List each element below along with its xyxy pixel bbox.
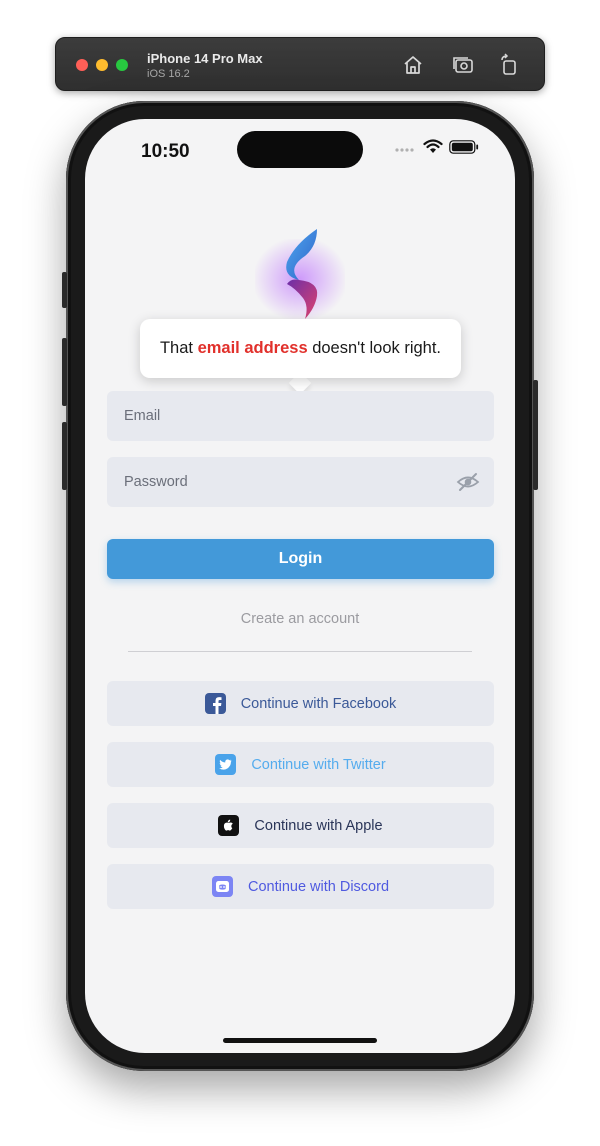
os-version: iOS 16.2: [147, 68, 190, 80]
screenshot-icon[interactable]: [450, 52, 476, 78]
discord-label: Continue with Discord: [247, 878, 390, 895]
email-field[interactable]: [107, 391, 494, 441]
password-field[interactable]: [107, 457, 494, 507]
apple-button[interactable]: Continue with Apple: [107, 803, 494, 848]
status-time: 10:50: [141, 141, 190, 162]
login-button[interactable]: Login: [107, 539, 494, 579]
rotate-icon[interactable]: [496, 52, 522, 78]
minimize-window-button[interactable]: [96, 59, 108, 71]
error-tooltip: That email address doesn't look right.: [140, 319, 461, 378]
tooltip-text-suffix: doesn't look right.: [307, 339, 442, 357]
signal-icon: [395, 140, 417, 158]
discord-button[interactable]: Continue with Discord: [107, 864, 494, 909]
password-input[interactable]: [124, 474, 444, 490]
discord-icon: [211, 876, 233, 897]
simulator-toolbar: iPhone 14 Pro Max iOS 16.2: [55, 37, 545, 91]
home-indicator[interactable]: [223, 1038, 377, 1043]
app-screen: 10:50 That email address doesn't look ri…: [85, 119, 515, 1053]
facebook-button[interactable]: Continue with Facebook: [107, 681, 494, 726]
twitter-button[interactable]: Continue with Twitter: [107, 742, 494, 787]
status-icons: [395, 139, 479, 159]
apple-icon: [218, 815, 240, 836]
home-icon[interactable]: [400, 52, 426, 78]
divider: [128, 651, 472, 652]
apple-label: Continue with Apple: [254, 817, 383, 834]
close-window-button[interactable]: [76, 59, 88, 71]
tooltip-highlight: email address: [197, 339, 308, 357]
device-name: iPhone 14 Pro Max: [147, 51, 263, 66]
facebook-icon: [204, 693, 226, 714]
eye-off-icon[interactable]: [456, 470, 480, 494]
create-account-link[interactable]: Create an account: [85, 611, 515, 627]
power-button: [533, 380, 538, 490]
volume-up-button: [62, 338, 67, 406]
dynamic-island: [237, 131, 363, 168]
email-input[interactable]: [124, 408, 444, 424]
tooltip-text-prefix: That: [159, 339, 198, 357]
twitter-icon: [215, 754, 237, 775]
zoom-window-button[interactable]: [116, 59, 128, 71]
battery-icon: [449, 139, 479, 159]
twitter-label: Continue with Twitter: [251, 756, 386, 773]
facebook-label: Continue with Facebook: [240, 695, 397, 712]
mute-switch: [62, 272, 67, 308]
wifi-icon: [423, 139, 443, 159]
app-logo: [265, 224, 335, 324]
volume-down-button: [62, 422, 67, 490]
